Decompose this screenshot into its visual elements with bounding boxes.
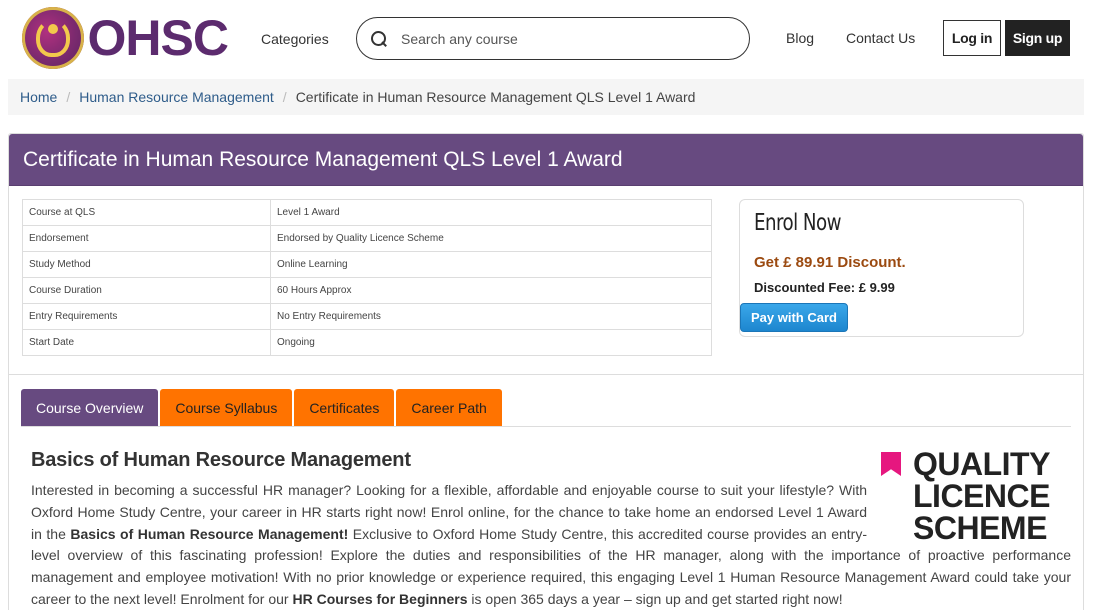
pay-with-card-button[interactable]: Pay with Card (740, 303, 848, 332)
breadcrumb-separator: / (66, 89, 71, 105)
tab-certificates[interactable]: Certificates (294, 389, 395, 426)
bookmark-flag-icon (881, 452, 901, 476)
breadcrumb: Home / Human Resource Management / Certi… (8, 79, 1084, 115)
course-panel: Certificate in Human Resource Management… (8, 133, 1084, 610)
bold-hr-courses-link[interactable]: HR Courses for Beginners (292, 591, 467, 607)
site-logo[interactable]: OHSC (22, 7, 229, 69)
table-row: Course at QLS Level 1 Award (22, 199, 712, 226)
section-divider (9, 374, 1083, 375)
discount-text: Get £ 89.91 Discount. (754, 254, 906, 271)
table-row: Start Date Ongoing (22, 329, 712, 356)
tab-career-path[interactable]: Career Path (396, 389, 502, 426)
site-header: OHSC Categories Blog Contact Us Log in S… (0, 0, 1097, 78)
tab-course-overview[interactable]: Course Overview (21, 389, 159, 426)
course-title: Certificate in Human Resource Management… (9, 134, 1083, 186)
login-button[interactable]: Log in (943, 20, 1001, 56)
bold-course-name: Basics of Human Resource Management! (70, 525, 349, 542)
detail-key: Course Duration (22, 277, 271, 304)
detail-key: Start Date (22, 329, 271, 356)
search-icon (371, 30, 387, 47)
nav-contact-us[interactable]: Contact Us (846, 30, 915, 46)
detail-key: Entry Requirements (22, 303, 271, 330)
enrol-box: Enrol Now Get £ 89.91 Discount. Discount… (739, 199, 1024, 337)
table-row: Endorsement Endorsed by Quality Licence … (22, 225, 712, 252)
quality-licence-scheme-logo: QUALITY LICENCE SCHEME (881, 448, 1071, 544)
detail-value: Endorsed by Quality Licence Scheme (270, 225, 712, 252)
detail-value: Ongoing (270, 329, 712, 356)
tabs-underline (21, 426, 1071, 427)
nav-categories[interactable]: Categories (261, 31, 329, 47)
detail-value: No Entry Requirements (270, 303, 712, 330)
table-row: Study Method Online Learning (22, 251, 712, 278)
tab-course-syllabus[interactable]: Course Syllabus (160, 389, 293, 426)
detail-key: Course at QLS (22, 199, 271, 226)
course-overview-content: Basics of Human Resource Management QUAL… (31, 448, 1071, 610)
search-box[interactable] (356, 17, 750, 60)
course-tabs: Course Overview Course Syllabus Certific… (21, 389, 504, 426)
table-row: Course Duration 60 Hours Approx (22, 277, 712, 304)
search-input[interactable] (401, 30, 721, 47)
logo-emblem-icon (22, 7, 84, 69)
enrol-title: Enrol Now (754, 210, 841, 236)
breadcrumb-home[interactable]: Home (20, 89, 57, 105)
discounted-fee: Discounted Fee: £ 9.99 (754, 280, 895, 295)
detail-key: Endorsement (22, 225, 271, 252)
breadcrumb-current: Certificate in Human Resource Management… (295, 89, 696, 105)
nav-blog[interactable]: Blog (786, 30, 814, 46)
qls-logo-text: QUALITY LICENCE SCHEME (913, 446, 1050, 546)
detail-value: 60 Hours Approx (270, 277, 712, 304)
breadcrumb-separator: / (282, 89, 287, 105)
signup-button[interactable]: Sign up (1005, 20, 1070, 56)
course-details-table: Course at QLS Level 1 Award Endorsement … (22, 199, 712, 356)
logo-text: OHSC (87, 10, 229, 66)
table-row: Entry Requirements No Entry Requirements (22, 303, 712, 330)
detail-key: Study Method (22, 251, 271, 278)
breadcrumb-human-resource-management[interactable]: Human Resource Management (79, 89, 274, 105)
detail-value: Level 1 Award (270, 199, 712, 226)
detail-value: Online Learning (270, 251, 712, 278)
